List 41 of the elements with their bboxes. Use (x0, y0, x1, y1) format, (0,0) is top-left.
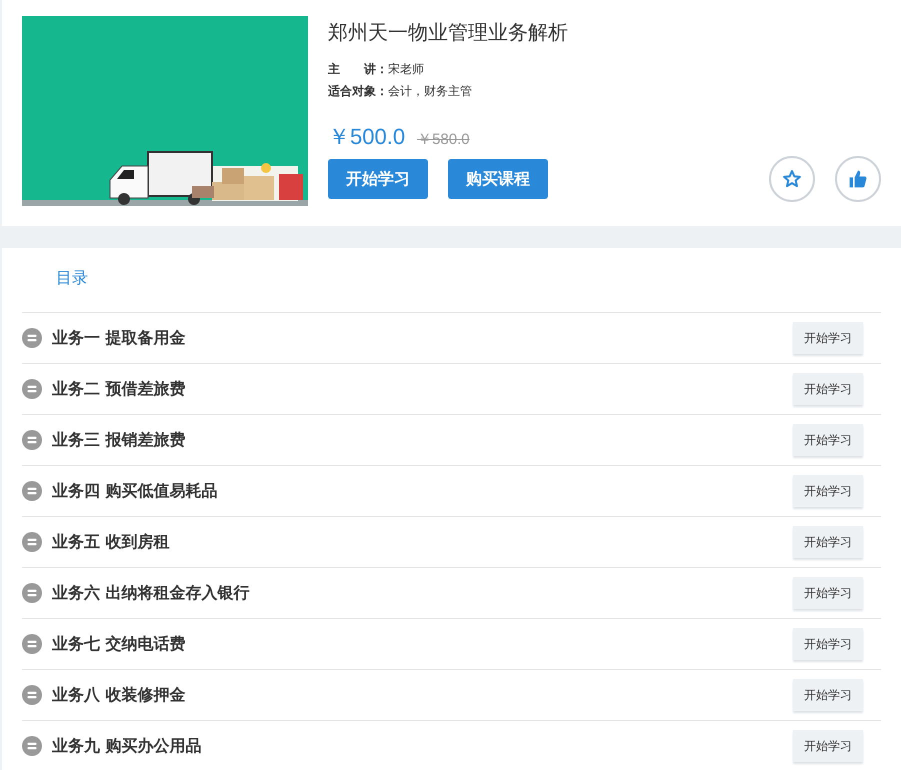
start-learning-button[interactable]: 开始学习 (328, 159, 428, 199)
lesson-icon (22, 481, 42, 501)
start-learning-button[interactable]: 开始学习 (793, 424, 863, 456)
start-learning-button[interactable]: 开始学习 (793, 628, 863, 660)
favorite-button[interactable] (769, 156, 815, 202)
course-title: 郑州天一物业管理业务解析 (328, 19, 569, 46)
start-learning-button[interactable]: 开始学习 (793, 730, 863, 762)
meta-label: 适合对象： (328, 84, 388, 98)
lesson-icon (22, 583, 42, 603)
start-learning-button[interactable]: 开始学习 (793, 373, 863, 405)
meta-label: 主 讲： (328, 62, 388, 76)
lesson-icon (22, 430, 42, 450)
price: ￥500.0 (328, 123, 406, 151)
lesson-title[interactable]: 业务九 购买办公用品 (52, 736, 793, 756)
start-learning-button[interactable]: 开始学习 (793, 526, 863, 558)
meta-value: 会计，财务主管 (388, 84, 472, 98)
start-learning-button[interactable]: 开始学习 (793, 679, 863, 711)
lesson-icon (22, 634, 42, 654)
lesson-icon (22, 736, 42, 756)
lesson-icon (22, 532, 42, 552)
buy-course-button[interactable]: 购买课程 (448, 159, 548, 199)
lesson-title[interactable]: 业务七 交纳电话费 (52, 634, 793, 654)
lesson-title[interactable]: 业务一 提取备用金 (52, 328, 793, 348)
lesson-title[interactable]: 业务四 购买低值易耗品 (52, 480, 793, 502)
lesson-title[interactable]: 业务八 收装修押金 (52, 684, 793, 706)
lesson-title[interactable]: 业务六 出纳将租金存入银行 (52, 582, 793, 604)
catalog-tab[interactable]: 目录 (22, 248, 881, 312)
lesson-title[interactable]: 业务二 预借差旅费 (52, 378, 793, 400)
lesson-title[interactable]: 业务五 收到房租 (52, 532, 793, 552)
like-button[interactable] (835, 156, 881, 202)
star-icon (782, 169, 802, 189)
lesson-icon (22, 379, 42, 399)
start-learning-button[interactable]: 开始学习 (793, 475, 863, 507)
meta-value: 宋老师 (388, 62, 424, 76)
lesson-icon (22, 328, 42, 348)
start-learning-button[interactable]: 开始学习 (793, 577, 863, 609)
thumbs-up-icon (848, 169, 868, 189)
lesson-title[interactable]: 业务三 报销差旅费 (52, 430, 793, 450)
lesson-icon (22, 685, 42, 705)
original-price: ￥580.0 (417, 130, 470, 149)
start-learning-button[interactable]: 开始学习 (793, 322, 863, 354)
